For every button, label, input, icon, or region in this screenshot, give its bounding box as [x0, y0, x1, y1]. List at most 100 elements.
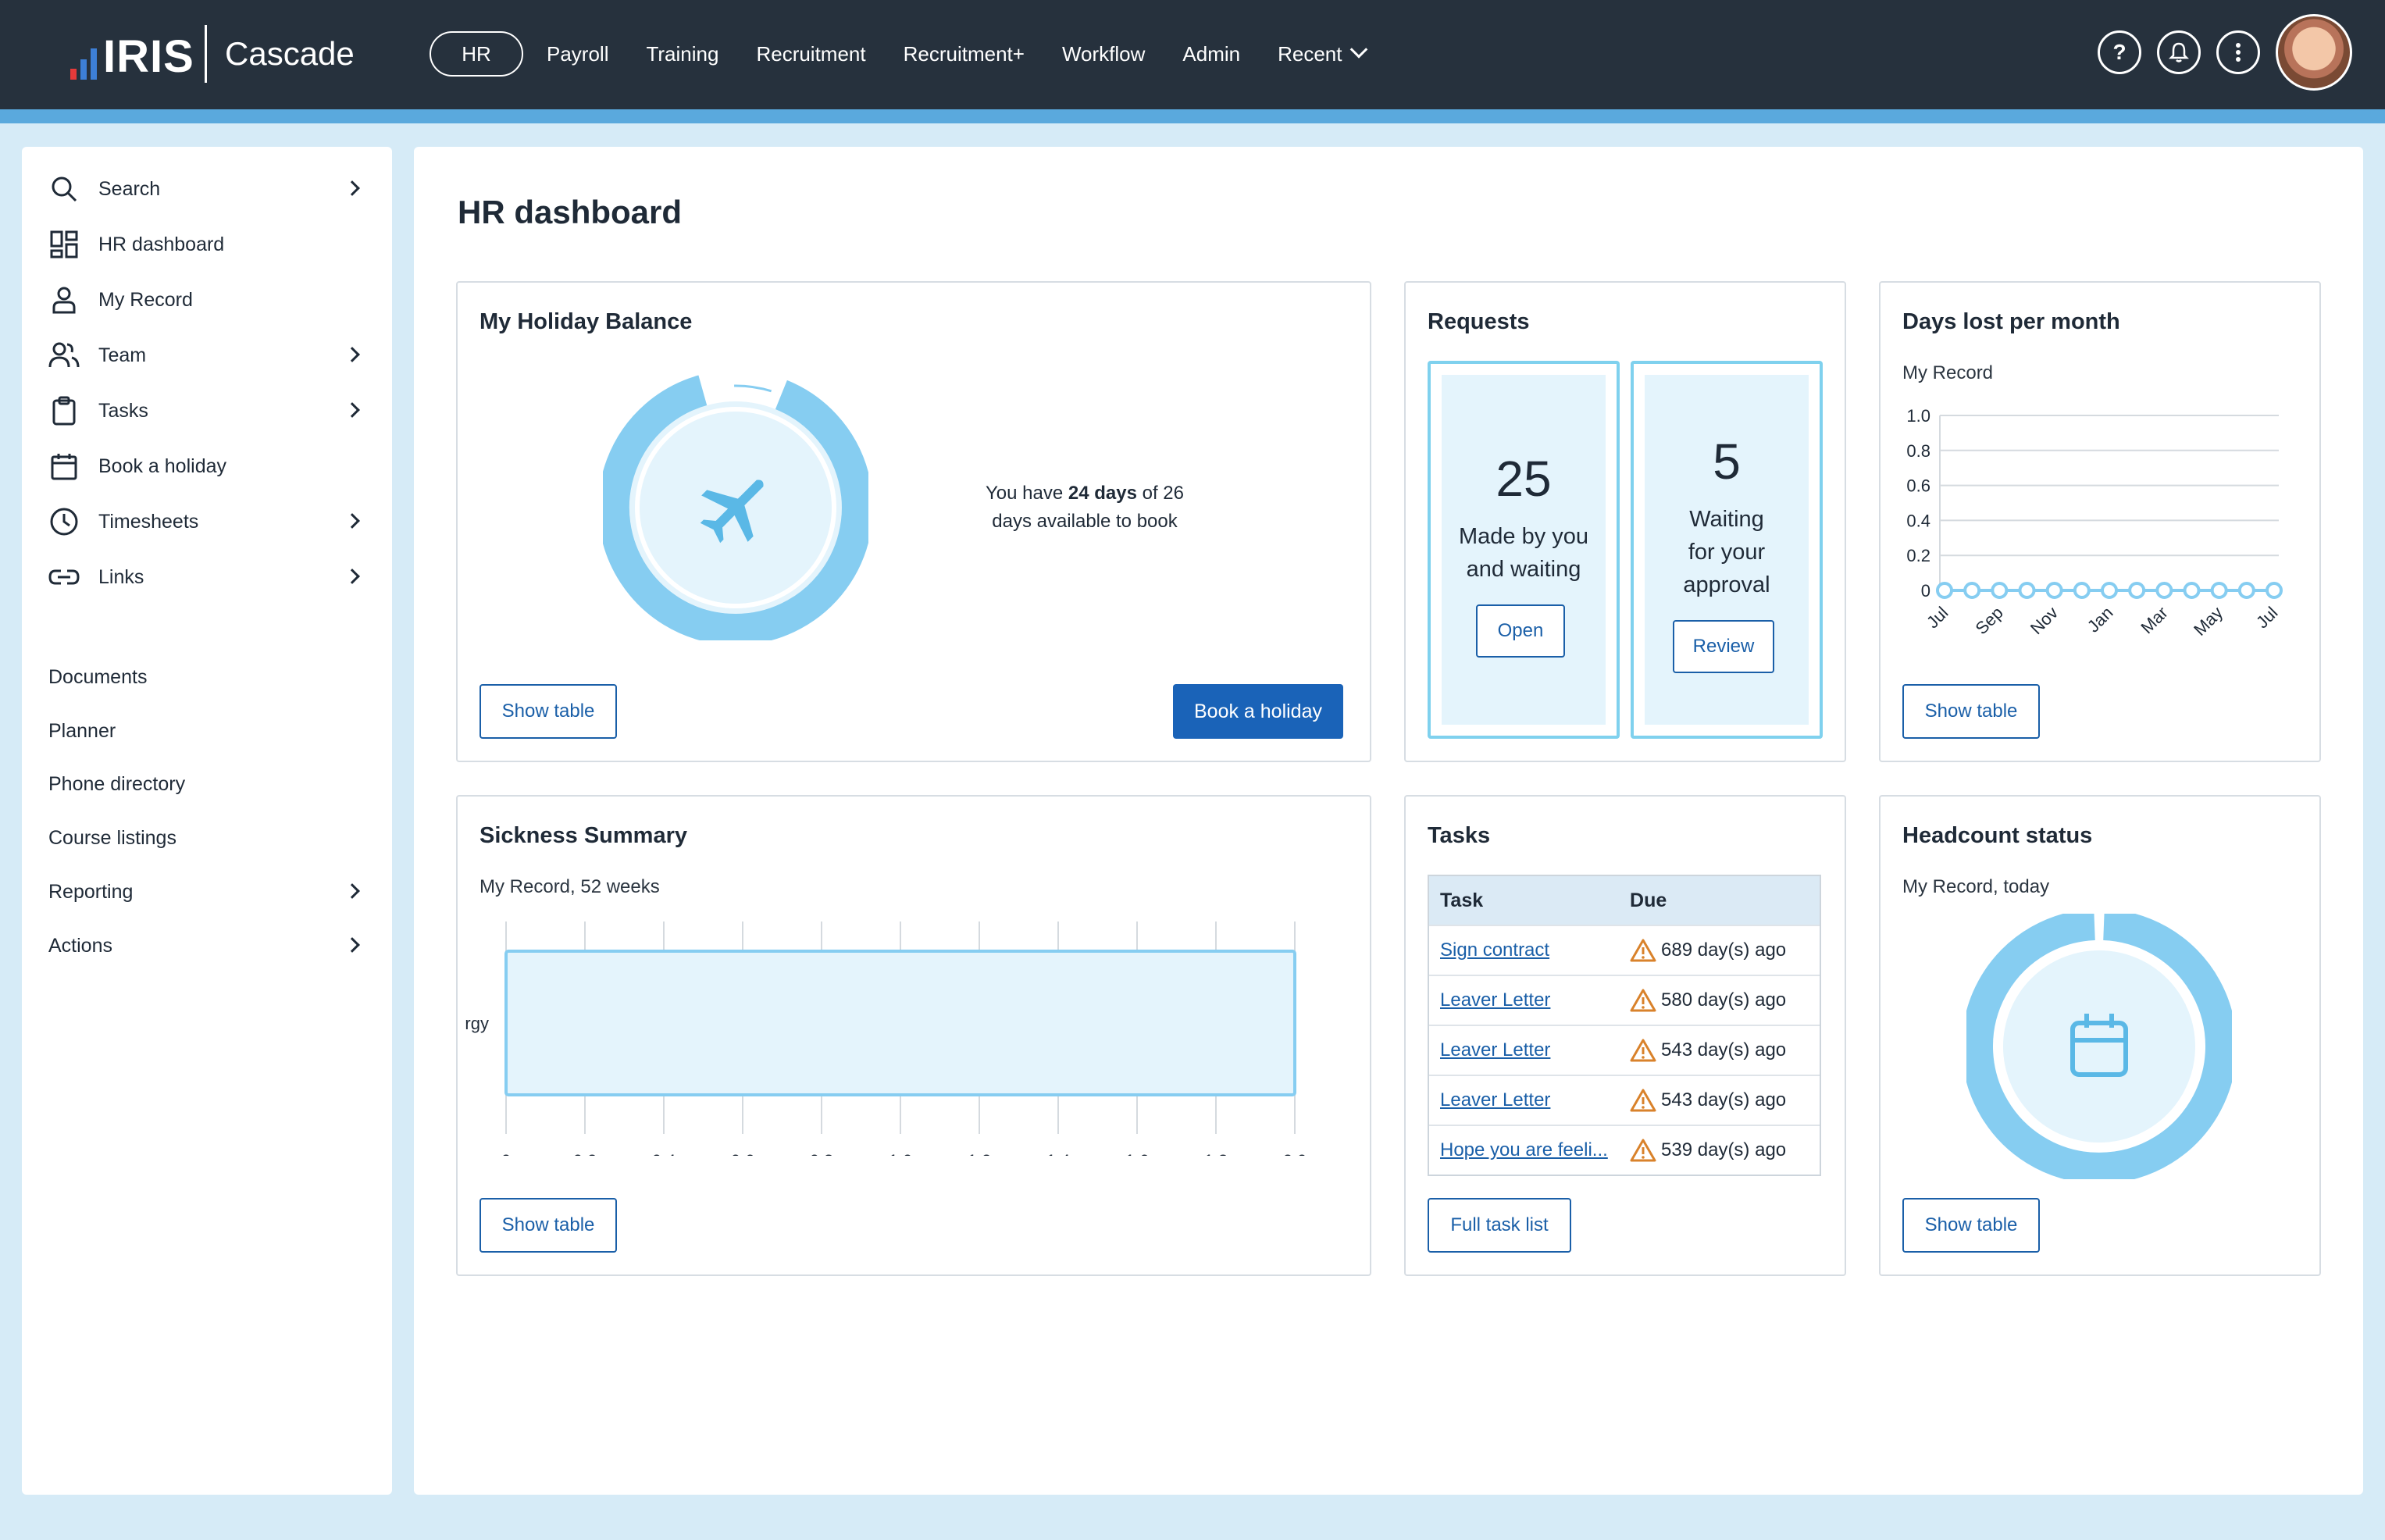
sidebar-item-timesheets[interactable]: Timesheets — [48, 503, 373, 540]
headcount-card: Headcount status My Record, today Show t… — [1879, 795, 2321, 1276]
book-holiday-button[interactable]: Book a holiday — [1173, 684, 1343, 739]
task-due: 543 day(s) ago — [1661, 1039, 1787, 1061]
sidebar-link-reporting[interactable]: Reporting — [48, 876, 373, 907]
y-tick-label: 0.2 — [1906, 546, 1930, 565]
requests-review-button[interactable]: Review — [1673, 620, 1774, 673]
requests-waiting-label-2: for your — [1688, 540, 1766, 565]
holiday-days-bold: 24 days — [1068, 483, 1137, 504]
tasks-table: Task Due Sign contract 689 day(s) ago Leav… — [1428, 875, 1821, 1176]
product-name: Cascade — [225, 35, 355, 72]
nav-item-recruitment[interactable]: Recruitment — [756, 42, 865, 66]
sidebar-item-book-holiday[interactable]: Book a holiday — [48, 447, 373, 485]
task-link[interactable]: Sign contract — [1440, 939, 1549, 961]
data-point — [2155, 582, 2173, 599]
page-title: HR dashboard — [458, 194, 683, 230]
help-icon: ? — [2112, 40, 2127, 64]
sidebar-item-hr-dashboard[interactable]: HR dashboard — [48, 226, 373, 263]
nav-item-admin[interactable]: Admin — [1182, 42, 1240, 66]
sidebar-link-phone-directory[interactable]: Phone directory — [48, 768, 373, 800]
holiday-balance-card: My Holiday Balance You have 24 days of 2… — [456, 281, 1371, 762]
requests-waiting-inner: 5 Waiting for your approval Review — [1645, 375, 1809, 725]
full-task-list-button[interactable]: Full task list — [1428, 1198, 1571, 1253]
requests-waiting-count: 5 — [1713, 433, 1741, 490]
headcount-show-table-button[interactable]: Show table — [1902, 1198, 2040, 1253]
nav-recent-label: Recent — [1278, 41, 1342, 66]
clipboard-icon — [48, 395, 80, 426]
holiday-ring-chart — [603, 375, 868, 640]
sidebar-link-actions[interactable]: Actions — [48, 930, 373, 961]
holiday-show-table-button[interactable]: Show table — [479, 684, 617, 739]
x-tick-label: Sep — [1972, 603, 2007, 638]
x-tick-label: 1.2 — [968, 1151, 992, 1156]
data-point — [1963, 582, 1981, 599]
task-link[interactable]: Leaver Letter — [1440, 1039, 1550, 1061]
nav-item-recruitment-plus[interactable]: Recruitment+ — [904, 42, 1025, 66]
more-vertical-icon — [2236, 43, 2241, 62]
days-lost-show-table-button[interactable]: Show table — [1902, 684, 2040, 739]
nav-item-workflow[interactable]: Workflow — [1062, 42, 1145, 66]
sidebar-item-label: Links — [98, 565, 144, 588]
sickness-show-table-button[interactable]: Show table — [479, 1198, 617, 1253]
task-link[interactable]: Leaver Letter — [1440, 1089, 1550, 1110]
user-avatar[interactable] — [2276, 14, 2352, 91]
requests-open-button[interactable]: Open — [1476, 604, 1565, 658]
warning-icon — [1630, 989, 1656, 1012]
requests-waiting-tile: 5 Waiting for your approval Review — [1631, 361, 1823, 739]
sidebar-item-label: Timesheets — [98, 510, 199, 533]
data-point — [2101, 582, 2118, 599]
card-subtitle: My Record, today — [1902, 876, 2050, 897]
sidebar-item-links[interactable]: Links — [48, 558, 373, 596]
more-options-button[interactable] — [2216, 30, 2260, 74]
main-nav: HR Payroll Training Recruitment Recruitm… — [430, 31, 1403, 77]
card-title: Headcount status — [1902, 823, 2093, 848]
sidebar-item-search[interactable]: Search — [48, 170, 373, 208]
task-link[interactable]: Hope you are feeli... — [1440, 1139, 1608, 1160]
card-title: My Holiday Balance — [479, 309, 693, 334]
requests-made-tile: 25 Made by you and waiting Open — [1428, 361, 1620, 739]
calendar-icon — [48, 451, 80, 482]
top-actions: ? — [2098, 14, 2352, 91]
category-label: Allergy — [465, 1014, 489, 1033]
warning-icon — [1630, 1089, 1656, 1112]
tasks-card: Tasks Task Due Sign contract 689 day(s) a… — [1404, 795, 1846, 1276]
task-due: 543 day(s) ago — [1661, 1089, 1787, 1110]
chevron-right-icon — [344, 937, 360, 953]
sidebar-item-team[interactable]: Team — [48, 337, 373, 374]
task-link[interactable]: Leaver Letter — [1440, 989, 1550, 1011]
bell-icon — [2169, 42, 2189, 62]
chevron-right-icon — [344, 883, 360, 899]
requests-waiting-label-1: Waiting — [1689, 507, 1764, 532]
sidebar-link-label: Phone directory — [48, 772, 186, 795]
data-point — [2073, 582, 2091, 599]
sidebar-link-documents[interactable]: Documents — [48, 661, 373, 693]
sidebar-link-course-listings[interactable]: Course listings — [48, 822, 373, 854]
nav-item-recent[interactable]: Recent — [1278, 41, 1368, 66]
team-icon — [48, 340, 80, 371]
data-point — [2237, 582, 2255, 599]
nav-item-payroll[interactable]: Payroll — [547, 42, 608, 66]
iris-logo[interactable]: IRIS — [70, 28, 194, 80]
days-lost-chart: 1.00.80.60.40.20Jul Sep Nov Jan Mar May Jul — [1906, 406, 2283, 640]
card-title: Days lost per month — [1902, 309, 2120, 334]
help-button[interactable]: ? — [2098, 30, 2141, 74]
holiday-text-line2: days available to book — [992, 511, 1178, 532]
card-title: Requests — [1428, 309, 1530, 334]
warning-icon — [1630, 1039, 1656, 1062]
x-tick-label: 1.6 — [1125, 1151, 1150, 1156]
bar-allergy — [504, 950, 1296, 1096]
nav-item-training[interactable]: Training — [646, 42, 718, 66]
sidebar-item-my-record[interactable]: My Record — [48, 281, 373, 319]
table-row: Leaver Letter 543 day(s) ago — [1429, 1025, 1820, 1075]
sidebar-item-tasks[interactable]: Tasks — [48, 392, 373, 430]
holiday-text-prefix: You have — [985, 483, 1068, 504]
x-tick-label: Jul — [1923, 603, 1952, 633]
logo-bars-icon — [70, 42, 97, 80]
x-tick-label: 1.4 — [1046, 1151, 1071, 1156]
nav-item-hr[interactable]: HR — [430, 31, 523, 77]
notifications-button[interactable] — [2157, 30, 2201, 74]
y-tick-label: 0.6 — [1906, 476, 1930, 496]
sidebar-link-planner[interactable]: Planner — [48, 715, 373, 747]
table-row: Hope you are feeli... 539 day(s) ago — [1429, 1125, 1820, 1175]
search-icon — [48, 173, 80, 205]
x-tick-label: May — [2190, 603, 2226, 640]
